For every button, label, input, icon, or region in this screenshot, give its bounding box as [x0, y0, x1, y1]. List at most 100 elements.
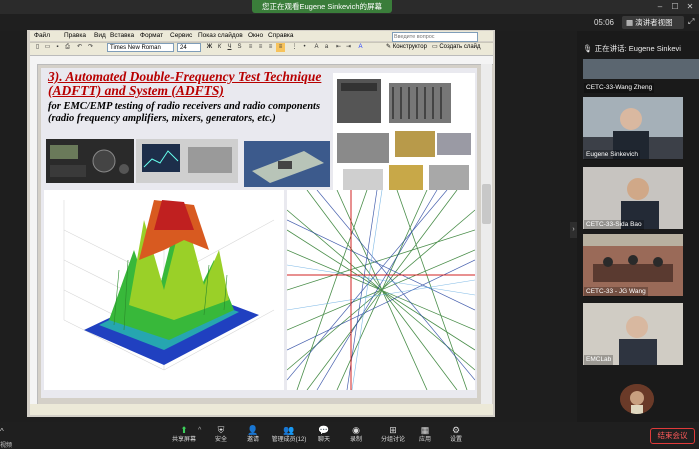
breakout-label: 分组讨论	[380, 437, 405, 443]
design-label: Конструктор	[392, 44, 427, 50]
bullets-icon[interactable]: •	[300, 43, 309, 52]
italic-icon[interactable]: К	[215, 43, 224, 52]
circuit-board-photo	[244, 141, 330, 187]
apps-label: 应用	[418, 437, 431, 443]
font-shrink-icon[interactable]: a	[322, 43, 331, 52]
menu-item-help[interactable]: Справка	[268, 31, 294, 41]
undo-icon[interactable]: ↶	[75, 43, 84, 52]
design-button[interactable]: ✎ Конструктор	[386, 43, 427, 52]
font-color-icon[interactable]: A	[356, 43, 365, 52]
participant-strip-wang-zheng[interactable]	[583, 59, 699, 79]
breakout-button[interactable]: ⊞ 分组讨论	[377, 424, 409, 446]
menu-item-insert[interactable]: Вставка	[110, 31, 134, 41]
chat-icon: 💬	[318, 425, 330, 435]
close-icon[interactable]: ✕	[684, 1, 696, 12]
invite-label: 邀请	[246, 437, 259, 443]
new-slide-button[interactable]: ▭ Создать слайд	[432, 43, 481, 52]
participant-name: Eugene Sinkevich	[584, 150, 641, 160]
apps-button[interactable]: ▦ 应用	[411, 424, 439, 446]
participant-name: CETC-33-Sida Bao	[584, 220, 644, 230]
scrollbar-thumb[interactable]	[482, 184, 491, 224]
new-slide-label: Создать слайд	[439, 44, 481, 50]
share-banner: 您正在观看Eugene Sinkevich的屏幕	[252, 0, 392, 13]
video-caret-icon[interactable]: ^	[0, 427, 4, 436]
justify-icon[interactable]: ≡	[276, 43, 285, 52]
font-name-select[interactable]: Times New Roman	[107, 43, 174, 52]
share-screen-button[interactable]: ⬆ 共享屏幕	[170, 424, 198, 446]
shield-icon: ⛨	[217, 425, 225, 435]
align-center-icon[interactable]: ≡	[256, 43, 265, 52]
share-caret-icon[interactable]: ^	[198, 427, 201, 434]
invite-button[interactable]: 👤 邀请	[239, 424, 267, 446]
menu-item-slideshow[interactable]: Показ слайдов	[198, 31, 243, 41]
menu-item-file[interactable]: Файл	[34, 31, 50, 41]
vertical-ruler	[30, 64, 38, 404]
invite-icon: 👤	[247, 425, 259, 435]
vertical-scrollbar[interactable]	[481, 64, 492, 404]
minimize-icon[interactable]: –	[654, 1, 666, 12]
share-screen-icon: ⬆	[180, 425, 188, 435]
outdent-icon[interactable]: ⇥	[344, 43, 353, 52]
constellation-plot	[287, 190, 475, 390]
participants-button[interactable]: 👥 管理成员(12)	[271, 424, 307, 446]
speaker-view-label: 演讲者视图	[635, 18, 673, 27]
settings-button[interactable]: ⚙ 设置	[442, 424, 470, 446]
chat-label: 聊天	[317, 437, 330, 443]
3d-spectrum-plot	[44, 190, 284, 390]
share-screen-label: 共享屏幕	[171, 437, 196, 443]
chat-button[interactable]: 💬 聊天	[310, 424, 338, 446]
status-bar	[30, 404, 493, 415]
new-doc-icon[interactable]: ▯	[33, 43, 42, 52]
panel-collapse-icon[interactable]: ›	[570, 222, 577, 238]
rf-components-photo	[333, 73, 475, 198]
align-left-icon[interactable]: ≡	[246, 43, 255, 52]
open-icon[interactable]: ▭	[43, 43, 52, 52]
participant-name: CETC-33-Wang Zheng	[584, 83, 655, 93]
gear-icon: ⚙	[451, 425, 461, 435]
participants-label: 管理成员(12)	[271, 437, 307, 443]
slide-title: 3). Automated Double-Frequency Test Tech…	[48, 69, 322, 98]
print-icon[interactable]: ⎙	[63, 43, 72, 52]
underline-icon[interactable]: Ч	[225, 43, 234, 52]
security-label: 安全	[214, 437, 227, 443]
grid-icon: ▦	[626, 18, 634, 27]
menu-item-view[interactable]: Вид	[94, 31, 106, 41]
menu-item-format[interactable]: Формат	[140, 31, 163, 41]
bold-icon[interactable]: Ж	[205, 43, 214, 52]
shadow-icon[interactable]: S	[235, 43, 244, 52]
slide-subtitle: for EMC/EMP testing of radio receivers a…	[48, 101, 321, 124]
save-icon[interactable]: ▪	[53, 43, 62, 52]
maximize-icon[interactable]: ☐	[669, 1, 681, 12]
security-button[interactable]: ⛨ 安全	[207, 424, 235, 446]
now-speaking-label: 🎙 正在讲话: Eugene Sinkevi	[583, 43, 699, 55]
menu-item-window[interactable]: Окно	[248, 31, 263, 41]
exit-fullscreen-icon[interactable]: ⤢	[688, 17, 694, 27]
participant-name: CETC-33 - JG Wang	[584, 287, 648, 297]
record-icon: ◉	[352, 425, 360, 435]
participant-name: EMCLab	[584, 355, 614, 365]
font-grow-icon[interactable]: A	[312, 43, 321, 52]
indent-icon[interactable]: ⇤	[334, 43, 343, 52]
horizontal-ruler	[30, 55, 493, 65]
now-speaking-text: 正在讲话: Eugene Sinkevi	[594, 44, 681, 53]
align-right-icon[interactable]: ≡	[266, 43, 275, 52]
menu-item-tools[interactable]: Сервис	[170, 31, 192, 41]
font-size-select[interactable]: 24	[177, 43, 201, 52]
design-icon: ✎	[386, 44, 393, 50]
mic-icon: 🎙	[583, 44, 593, 53]
menu-item-edit[interactable]: Правка	[64, 31, 86, 41]
record-button[interactable]: ◉ 录制	[342, 424, 370, 446]
numbering-icon[interactable]: ⋮	[290, 43, 299, 52]
receiver-photo	[46, 139, 134, 183]
record-label: 录制	[349, 437, 362, 443]
breakout-icon: ⊞	[389, 425, 397, 435]
meeting-clock: 05:06	[593, 18, 615, 27]
speaker-view-button[interactable]: ▦ 演讲者视图	[622, 16, 684, 29]
end-meeting-button[interactable]: 结束会议	[650, 428, 695, 444]
apps-icon: ▦	[420, 425, 430, 435]
participants-icon: 👥	[283, 425, 295, 435]
settings-label: 设置	[449, 437, 462, 443]
help-search-input[interactable]	[392, 32, 478, 42]
redo-icon[interactable]: ↷	[86, 43, 95, 52]
analyzer-photo	[136, 139, 238, 183]
